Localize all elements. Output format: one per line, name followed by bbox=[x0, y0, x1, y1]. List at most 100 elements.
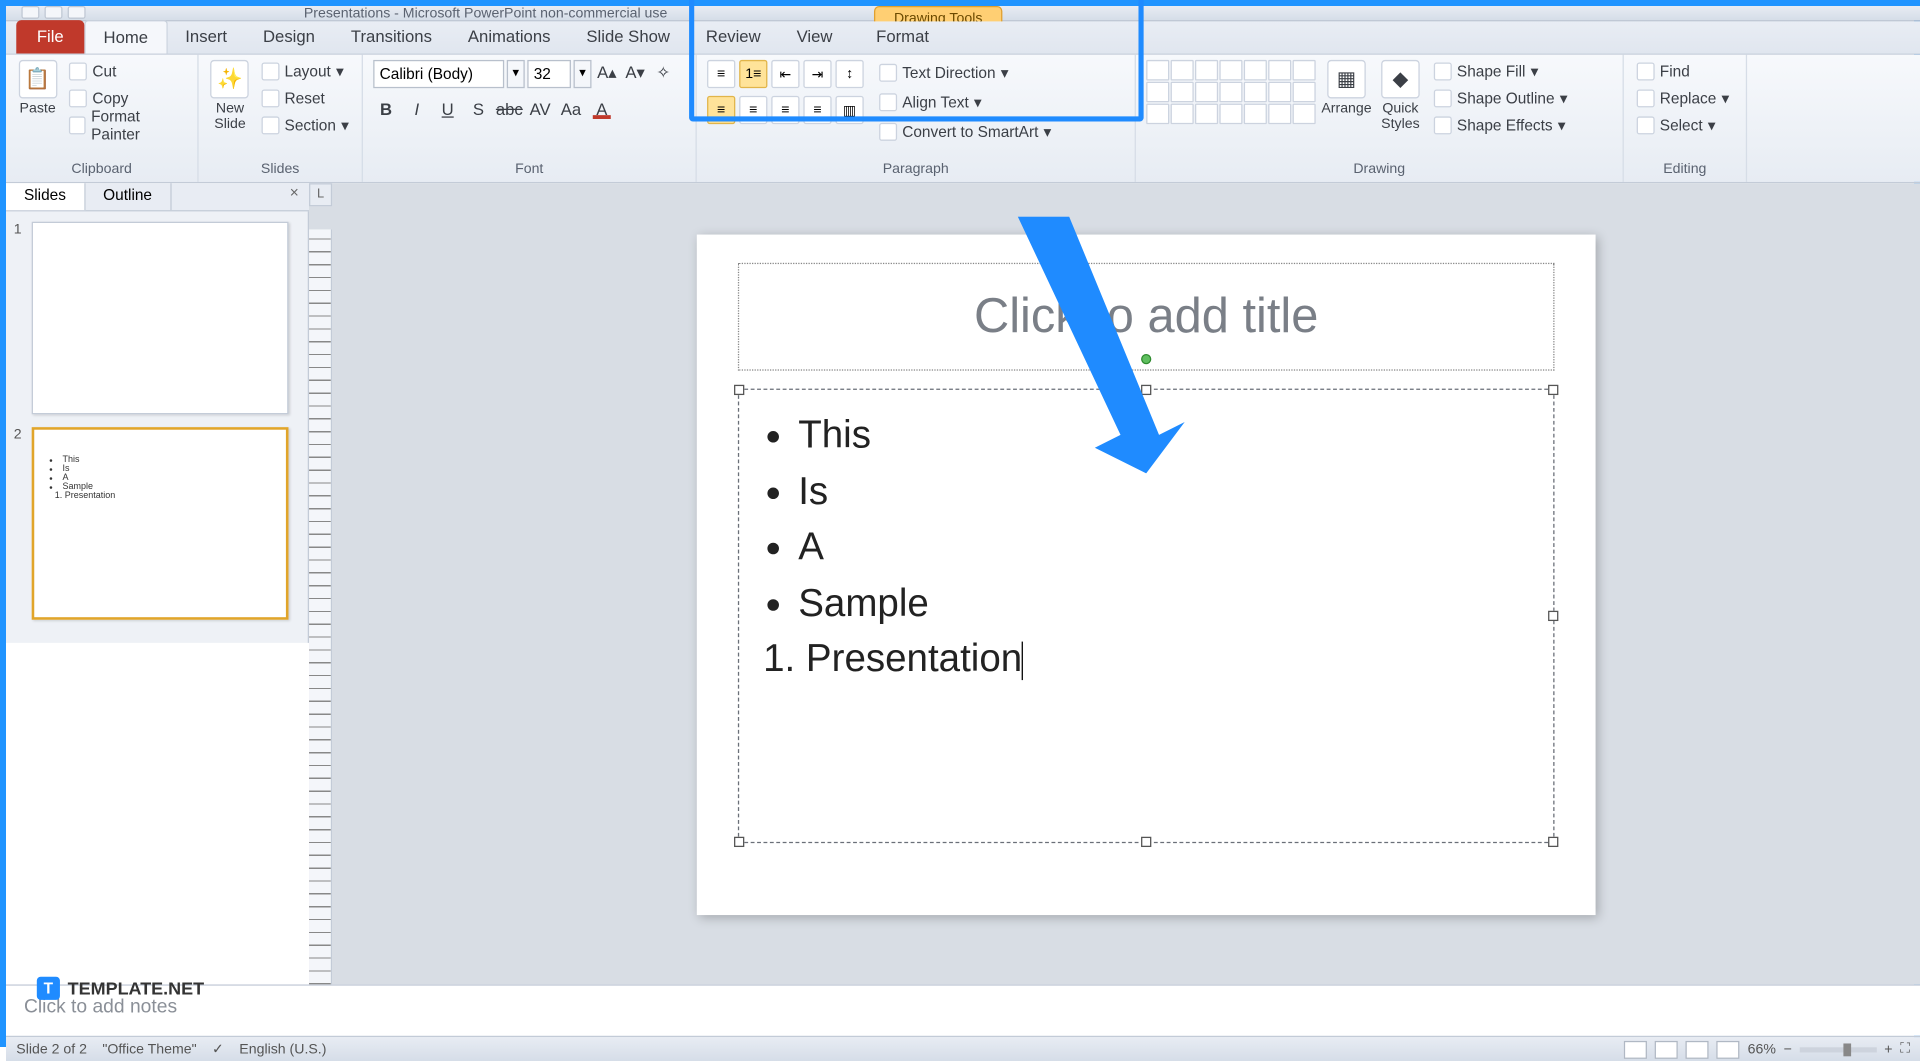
change-case-button[interactable]: Aa bbox=[558, 96, 584, 122]
grow-font-button[interactable]: A▴ bbox=[594, 60, 620, 86]
resize-handle-se[interactable] bbox=[1548, 837, 1558, 847]
underline-button[interactable]: U bbox=[435, 96, 461, 122]
bullet-item[interactable]: A bbox=[798, 520, 1522, 576]
font-color-button[interactable]: A bbox=[589, 96, 615, 122]
font-size-chevron-icon[interactable]: ▾ bbox=[574, 60, 592, 88]
bold-button[interactable]: B bbox=[373, 96, 399, 122]
strikethrough-button[interactable]: abc bbox=[496, 96, 522, 122]
reset-button[interactable]: Reset bbox=[259, 87, 352, 110]
slide-thumbnail-1[interactable] bbox=[32, 222, 289, 415]
qat-undo-icon[interactable] bbox=[45, 6, 63, 19]
section-button[interactable]: Section▾ bbox=[259, 114, 352, 137]
columns-button[interactable]: ▥ bbox=[835, 96, 863, 124]
resize-handle-s[interactable] bbox=[1141, 837, 1151, 847]
slide-thumbnail-2[interactable]: This Is A Sample 1. Presentation bbox=[32, 427, 289, 620]
justify-button[interactable]: ≡ bbox=[803, 96, 831, 124]
tab-format[interactable]: Format bbox=[858, 20, 947, 53]
increase-indent-button[interactable]: ⇥ bbox=[803, 60, 831, 88]
watermark: T TEMPLATE.NET bbox=[37, 977, 204, 1000]
tab-outline-pane[interactable]: Outline bbox=[85, 183, 171, 210]
find-button[interactable]: Find bbox=[1634, 60, 1692, 83]
font-name-input[interactable] bbox=[373, 60, 504, 88]
resize-handle-e[interactable] bbox=[1548, 611, 1558, 621]
replace-button[interactable]: Replace▾ bbox=[1634, 87, 1732, 110]
align-left-button[interactable]: ≡ bbox=[707, 96, 735, 124]
panes-tabs: Slides Outline × bbox=[6, 183, 309, 211]
qat-save-icon[interactable] bbox=[21, 6, 39, 19]
watermark-logo-icon: T bbox=[37, 977, 60, 1000]
numbered-item[interactable]: Presentation bbox=[806, 631, 1522, 687]
convert-smartart-button[interactable]: Convert to SmartArt▾ bbox=[879, 119, 1051, 145]
resize-handle-ne[interactable] bbox=[1548, 385, 1558, 395]
quick-styles-button[interactable]: ◆ Quick Styles bbox=[1377, 60, 1423, 132]
resize-handle-n[interactable] bbox=[1141, 385, 1151, 395]
sorter-view-button[interactable] bbox=[1655, 1040, 1678, 1058]
smartart-icon bbox=[879, 123, 897, 141]
bullet-item[interactable]: This bbox=[798, 408, 1522, 464]
tab-insert[interactable]: Insert bbox=[167, 20, 245, 53]
content-placeholder[interactable]: This Is A Sample Presentation bbox=[738, 389, 1555, 844]
bullets-button[interactable]: ≡ bbox=[707, 60, 735, 88]
shadow-button[interactable]: S bbox=[466, 96, 492, 122]
align-right-button[interactable]: ≡ bbox=[771, 96, 799, 124]
notes-area[interactable]: Click to add notes bbox=[6, 984, 1920, 1035]
close-pane-button[interactable]: × bbox=[279, 183, 309, 210]
shape-effects-button[interactable]: Shape Effects▾ bbox=[1431, 114, 1570, 137]
group-label-drawing: Drawing bbox=[1146, 161, 1612, 179]
shape-fill-button[interactable]: Shape Fill▾ bbox=[1431, 60, 1570, 83]
italic-button[interactable]: I bbox=[404, 96, 430, 122]
shrink-font-button[interactable]: A▾ bbox=[622, 60, 648, 86]
tab-animations[interactable]: Animations bbox=[450, 20, 569, 53]
slideshow-view-button[interactable] bbox=[1717, 1040, 1740, 1058]
resize-handle-nw[interactable] bbox=[734, 385, 744, 395]
normal-view-button[interactable] bbox=[1624, 1040, 1647, 1058]
zoom-out-button[interactable]: − bbox=[1784, 1042, 1792, 1057]
paste-button[interactable]: 📋 Paste bbox=[16, 60, 59, 116]
resize-handle-sw[interactable] bbox=[734, 837, 744, 847]
bullet-item[interactable]: Is bbox=[798, 464, 1522, 520]
tab-file[interactable]: File bbox=[16, 20, 84, 53]
text-direction-button[interactable]: Text Direction▾ bbox=[879, 60, 1051, 86]
numbering-button[interactable]: 1≡ bbox=[739, 60, 767, 88]
tab-review[interactable]: Review bbox=[688, 20, 779, 53]
bullet-item[interactable]: Sample bbox=[798, 575, 1522, 631]
zoom-slider[interactable] bbox=[1800, 1047, 1877, 1052]
tab-transitions[interactable]: Transitions bbox=[333, 20, 450, 53]
new-slide-button[interactable]: ✨ New Slide bbox=[209, 60, 251, 132]
zoom-level[interactable]: 66% bbox=[1748, 1042, 1776, 1057]
shapes-gallery[interactable] bbox=[1146, 60, 1315, 124]
zoom-in-button[interactable]: + bbox=[1884, 1042, 1892, 1057]
group-slides: ✨ New Slide Layout▾ Reset Section▾ Slide… bbox=[199, 55, 363, 182]
reading-view-button[interactable] bbox=[1686, 1040, 1709, 1058]
tab-slides-pane[interactable]: Slides bbox=[6, 183, 85, 210]
select-button[interactable]: Select▾ bbox=[1634, 114, 1718, 137]
tab-home[interactable]: Home bbox=[84, 20, 167, 53]
align-text-button[interactable]: Align Text▾ bbox=[879, 89, 1051, 115]
vertical-ruler[interactable] bbox=[309, 229, 332, 984]
fit-to-window-button[interactable]: ⛶ bbox=[1900, 1041, 1910, 1058]
format-painter-button[interactable]: Format Painter bbox=[67, 114, 187, 137]
status-spellcheck-icon[interactable]: ✓ bbox=[212, 1041, 224, 1058]
line-spacing-button[interactable]: ↕ bbox=[835, 60, 863, 88]
align-center-button[interactable]: ≡ bbox=[739, 96, 767, 124]
cut-button[interactable]: Cut bbox=[67, 60, 187, 83]
font-name-chevron-icon[interactable]: ▾ bbox=[507, 60, 525, 88]
tab-design[interactable]: Design bbox=[245, 20, 333, 53]
arrange-button[interactable]: ▦ Arrange bbox=[1323, 60, 1369, 116]
qat-redo-icon[interactable] bbox=[68, 6, 86, 19]
rotation-handle[interactable] bbox=[1141, 354, 1151, 364]
tab-view[interactable]: View bbox=[779, 20, 851, 53]
thumbnails-pane[interactable]: 1 2 This Is A Sample 1. Presentation bbox=[6, 211, 309, 642]
shape-outline-button[interactable]: Shape Outline▾ bbox=[1431, 87, 1570, 110]
char-spacing-button[interactable]: AV bbox=[527, 96, 553, 122]
font-size-input[interactable] bbox=[527, 60, 571, 88]
status-language[interactable]: English (U.S.) bbox=[239, 1042, 326, 1057]
slide-canvas[interactable]: Click to add title This bbox=[697, 235, 1596, 916]
tab-slideshow[interactable]: Slide Show bbox=[568, 20, 687, 53]
clear-formatting-button[interactable]: ✧ bbox=[651, 60, 677, 86]
status-slide-count: Slide 2 of 2 bbox=[16, 1042, 87, 1057]
decrease-indent-button[interactable]: ⇤ bbox=[771, 60, 799, 88]
status-bar: Slide 2 of 2 "Office Theme" ✓ English (U… bbox=[6, 1036, 1920, 1061]
layout-button[interactable]: Layout▾ bbox=[259, 60, 352, 83]
align-text-icon bbox=[879, 93, 897, 111]
